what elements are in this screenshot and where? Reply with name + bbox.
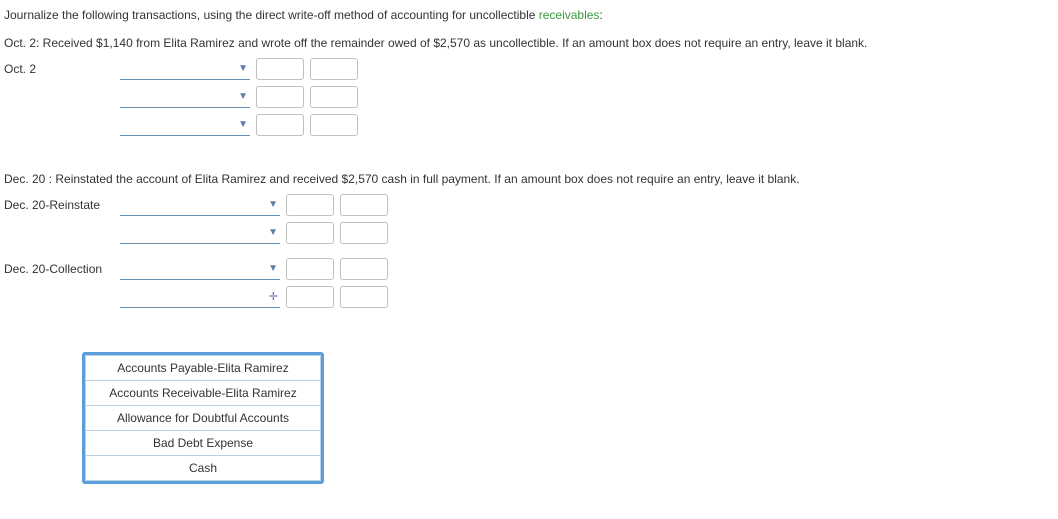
credit-input[interactable] [340, 222, 388, 244]
credit-input[interactable] [340, 286, 388, 308]
dropdown-option[interactable]: Allowance for Doubtful Accounts [86, 406, 321, 431]
date-label [4, 104, 114, 108]
main-instruction: Journalize the following transactions, u… [4, 8, 1054, 22]
account-select[interactable] [120, 287, 280, 308]
dropdown-option[interactable]: Accounts Payable-Elita Ramirez [86, 356, 321, 381]
debit-input[interactable] [256, 114, 304, 136]
credit-input[interactable] [340, 258, 388, 280]
date-label [4, 132, 114, 136]
dropdown-option[interactable]: Bad Debt Expense [86, 431, 321, 456]
account-select[interactable] [120, 59, 250, 80]
debit-input[interactable] [256, 58, 304, 80]
debit-input[interactable] [286, 286, 334, 308]
account-select[interactable] [120, 87, 250, 108]
date-label [4, 240, 114, 244]
debit-input[interactable] [286, 222, 334, 244]
credit-input[interactable] [310, 114, 358, 136]
date-label [4, 304, 114, 308]
account-select[interactable] [120, 115, 250, 136]
entry-instruction: Dec. 20 : Reinstated the account of Elit… [4, 172, 1054, 186]
account-select[interactable] [120, 223, 280, 244]
dropdown-option[interactable]: Cash [86, 456, 321, 481]
debit-input[interactable] [286, 194, 334, 216]
credit-input[interactable] [310, 86, 358, 108]
instruction-prefix: Journalize the following transactions, u… [4, 8, 539, 22]
entry-instruction: Oct. 2: Received $1,140 from Elita Ramir… [4, 36, 1054, 50]
debit-input[interactable] [256, 86, 304, 108]
instruction-suffix: : [599, 8, 602, 22]
account-dropdown-menu[interactable]: Accounts Payable-Elita RamirezAccounts R… [82, 352, 324, 484]
date-label: Oct. 2 [4, 62, 114, 80]
receivables-link[interactable]: receivables [539, 8, 600, 22]
date-label: Dec. 20-Reinstate [4, 198, 114, 216]
account-select[interactable] [120, 195, 280, 216]
credit-input[interactable] [340, 194, 388, 216]
credit-input[interactable] [310, 58, 358, 80]
account-select[interactable] [120, 259, 280, 280]
dropdown-option[interactable]: Accounts Receivable-Elita Ramirez [86, 381, 321, 406]
date-label: Dec. 20-Collection [4, 262, 114, 280]
debit-input[interactable] [286, 258, 334, 280]
